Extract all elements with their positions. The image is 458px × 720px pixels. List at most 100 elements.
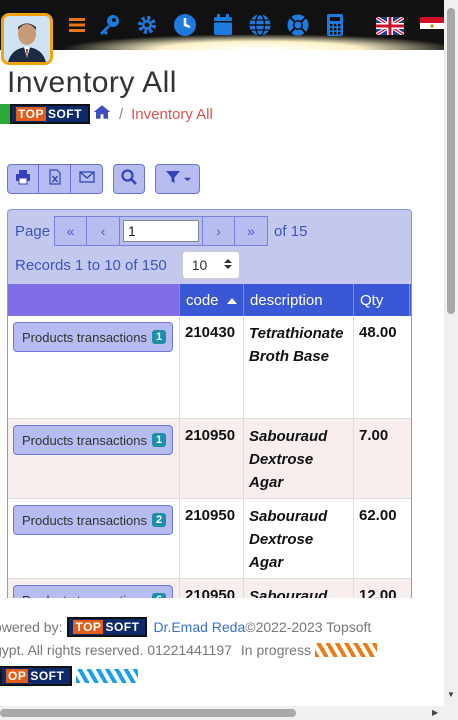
button-label: Products transactions (22, 432, 148, 448)
table-cell-qty: 62.00 (354, 499, 411, 578)
footer-line-2: gypt. All rights reserved. 01221441197 I… (0, 642, 377, 658)
column-header-actions (8, 284, 180, 316)
footer-topsoft-logo-2[interactable]: OP SOFT (0, 666, 73, 686)
calculator-icon[interactable] (322, 12, 348, 38)
page-size-value: 10 (191, 257, 208, 273)
page-root: Inventory All TOP SOFT / Inventory All P… (0, 0, 458, 720)
logo-part-top: TOP (73, 620, 104, 634)
table-row: Products transactions 1 210430 Tetrathio… (8, 316, 411, 419)
globe-icon[interactable] (247, 12, 273, 38)
column-header-qty[interactable]: Qty (354, 284, 410, 316)
excel-icon (47, 168, 63, 190)
horizontal-scrollbar[interactable]: ▶ (0, 706, 458, 720)
top-navbar (0, 0, 444, 50)
progress-stripes-blue (76, 669, 139, 683)
filter-button-wrap (155, 164, 200, 194)
footer-line-3: OP SOFT (0, 666, 139, 686)
pager: Page « ‹ 1 › » of 15 (8, 216, 307, 246)
products-transactions-button[interactable]: Products transactions 2 (13, 505, 174, 535)
caret-down-icon (183, 170, 191, 188)
page-count: of 15 (274, 222, 308, 240)
horizontal-scroll-thumb[interactable] (0, 709, 296, 717)
logo-part-soft: SOFT (105, 620, 140, 634)
prev-page-button[interactable]: ‹ (87, 216, 121, 246)
page-number-input[interactable]: 1 (123, 220, 200, 242)
column-header-description[interactable]: description (244, 284, 354, 316)
menu-icon[interactable] (64, 12, 90, 38)
email-button[interactable] (71, 164, 103, 194)
records-info: Records 1 to 10 of 150 (15, 256, 167, 274)
filter-icon (165, 169, 181, 190)
table-cell-qty: 48.00 (354, 316, 411, 418)
search-icon (121, 168, 137, 190)
count-badge: 2 (152, 513, 167, 527)
clock-icon[interactable] (172, 12, 198, 38)
footer-line-1: owered by: TOP SOFT Dr.Emad Reda ©2022-2… (0, 617, 371, 637)
rights-text: gypt. All rights reserved. 01221441197 (0, 642, 232, 658)
page-label: Page (15, 222, 51, 240)
table-cell-code: 210950 (180, 419, 244, 498)
count-badge: 1 (152, 330, 167, 344)
search-button-wrap (113, 164, 145, 194)
egypt-flag-icon[interactable] (420, 17, 444, 35)
progress-stripes-orange (314, 643, 377, 657)
print-button[interactable] (7, 164, 39, 194)
calendar-icon[interactable] (210, 12, 236, 38)
excel-export-button[interactable] (39, 164, 71, 194)
table-cell-code: 210950 (180, 499, 244, 578)
page-input-wrap: 1 (120, 216, 203, 246)
table-cell-qty: 7.00 (354, 419, 411, 498)
home-icon[interactable] (90, 103, 111, 125)
table-cell-action: Products transactions 1 (8, 419, 180, 498)
sort-ascending-icon (219, 292, 237, 309)
select-arrows-icon (223, 257, 232, 273)
table-cell-description: Sabouraud Dextrose Agar (244, 499, 354, 578)
table-row: Products transactions 2 210950 Sabouraud… (8, 499, 411, 579)
scroll-down-arrow-icon[interactable]: ▼ (447, 690, 455, 699)
breadcrumb-current[interactable]: Inventory All (131, 106, 213, 123)
table-row: Products transactions 1 210950 Sabouraud… (8, 419, 411, 499)
last-page-button[interactable]: » (235, 216, 269, 246)
topsoft-logo[interactable]: TOP SOFT (10, 104, 90, 124)
logo-part-soft: SOFT (47, 107, 82, 121)
green-edge (0, 104, 10, 124)
products-transactions-button[interactable]: Products transactions 1 (13, 425, 174, 455)
table-header: code description Qty (8, 284, 411, 316)
gear-icon[interactable] (134, 12, 160, 38)
data-grid-panel: Page « ‹ 1 › » of 15 Records 1 to 10 of … (7, 209, 412, 619)
breadcrumb: TOP SOFT / Inventory All (0, 103, 213, 125)
uk-flag-icon[interactable] (375, 15, 405, 37)
scroll-right-arrow-icon[interactable]: ▶ (432, 708, 438, 717)
button-label: Products transactions (22, 329, 148, 345)
filter-dropdown-button[interactable] (155, 164, 200, 194)
logo-part-top: OP (6, 669, 29, 683)
envelope-icon (78, 169, 95, 190)
search-button[interactable] (113, 164, 145, 194)
vertical-scroll-thumb[interactable] (447, 8, 455, 314)
footer: owered by: TOP SOFT Dr.Emad Reda ©2022-2… (0, 598, 444, 700)
lifebuoy-icon[interactable] (285, 12, 311, 38)
table-body: Products transactions 1 210430 Tetrathio… (8, 316, 411, 618)
printer-icon (15, 169, 31, 190)
key-icon[interactable] (96, 12, 122, 38)
vertical-scrollbar[interactable]: ▼ (444, 0, 458, 706)
button-label: Products transactions (22, 512, 148, 528)
table-cell-description: Sabouraud Dextrose Agar (244, 419, 354, 498)
column-header-code[interactable]: code (180, 284, 244, 316)
footer-topsoft-logo[interactable]: TOP SOFT (67, 617, 148, 637)
logo-part-top: TOP (16, 107, 46, 121)
breadcrumb-separator: / (118, 105, 124, 123)
records-row: Records 1 to 10 of 150 10 (15, 250, 240, 280)
developer-link[interactable]: Dr.Emad Reda (153, 619, 245, 635)
table-cell-action: Products transactions 2 (8, 499, 180, 578)
first-page-button[interactable]: « (54, 216, 88, 246)
page-title: Inventory All (7, 66, 177, 99)
next-page-button[interactable]: › (202, 216, 236, 246)
table-cell-code: 210430 (180, 316, 244, 418)
products-transactions-button[interactable]: Products transactions 1 (13, 322, 174, 352)
export-button-group (7, 164, 103, 194)
powered-by-label: owered by: (0, 619, 63, 635)
page-size-select[interactable]: 10 (181, 251, 240, 279)
table-cell-action: Products transactions 1 (8, 316, 180, 418)
user-avatar[interactable] (1, 13, 53, 65)
